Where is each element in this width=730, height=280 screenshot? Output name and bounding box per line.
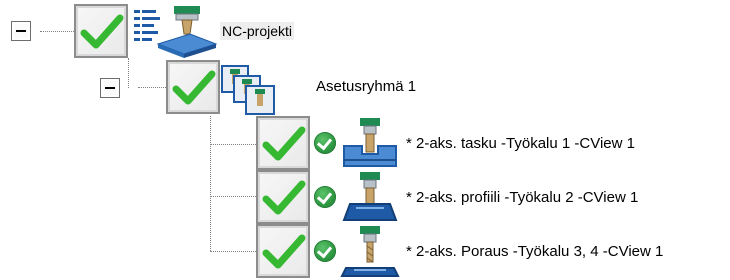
tree-node-operation[interactable]: * 2-aks. profiili -Työkalu 2 -CView 1 <box>256 170 716 226</box>
node-label[interactable]: * 2-aks. profiili -Työkalu 2 -CView 1 <box>406 189 638 207</box>
node-label[interactable]: Asetusryhmä 1 <box>316 78 416 96</box>
setup-group-icon <box>220 64 280 116</box>
tree-connector <box>210 196 258 197</box>
check-icon[interactable] <box>166 60 220 114</box>
collapse-toggle[interactable] <box>100 78 120 98</box>
node-label[interactable]: * 2-aks. tasku -Työkalu 1 -CView 1 <box>406 135 635 153</box>
tree-connector <box>210 144 258 145</box>
contour-operation-icon <box>340 170 400 224</box>
drill-operation-icon <box>340 224 400 278</box>
tree-node-operation[interactable]: * 2-aks. Poraus -Työkalu 3, 4 -CView 1 <box>256 224 730 280</box>
pocket-operation-icon <box>340 116 400 170</box>
tree-node-nc-project[interactable]: NC-projekti <box>0 0 330 60</box>
status-ok-icon <box>314 132 336 154</box>
tree-connector <box>210 251 258 252</box>
check-icon[interactable] <box>256 116 310 170</box>
tree-node-setup-group[interactable]: Asetusryhmä 1 <box>90 56 470 116</box>
collapse-toggle[interactable] <box>11 21 31 41</box>
nc-machine-icon <box>130 4 218 58</box>
node-label[interactable]: NC-projekti <box>220 22 295 40</box>
check-icon[interactable] <box>256 170 310 224</box>
operations-tree: NC-projekti Asetusryhmä 1 * 2-aks. tasku… <box>0 0 730 280</box>
node-label[interactable]: * 2-aks. Poraus -Työkalu 3, 4 -CView 1 <box>406 243 663 261</box>
tree-node-operation[interactable]: * 2-aks. tasku -Työkalu 1 -CView 1 <box>256 116 716 172</box>
check-icon[interactable] <box>256 224 310 278</box>
check-icon[interactable] <box>74 4 128 58</box>
status-ok-icon <box>314 240 336 262</box>
tree-connector <box>210 116 211 251</box>
status-ok-icon <box>314 186 336 208</box>
